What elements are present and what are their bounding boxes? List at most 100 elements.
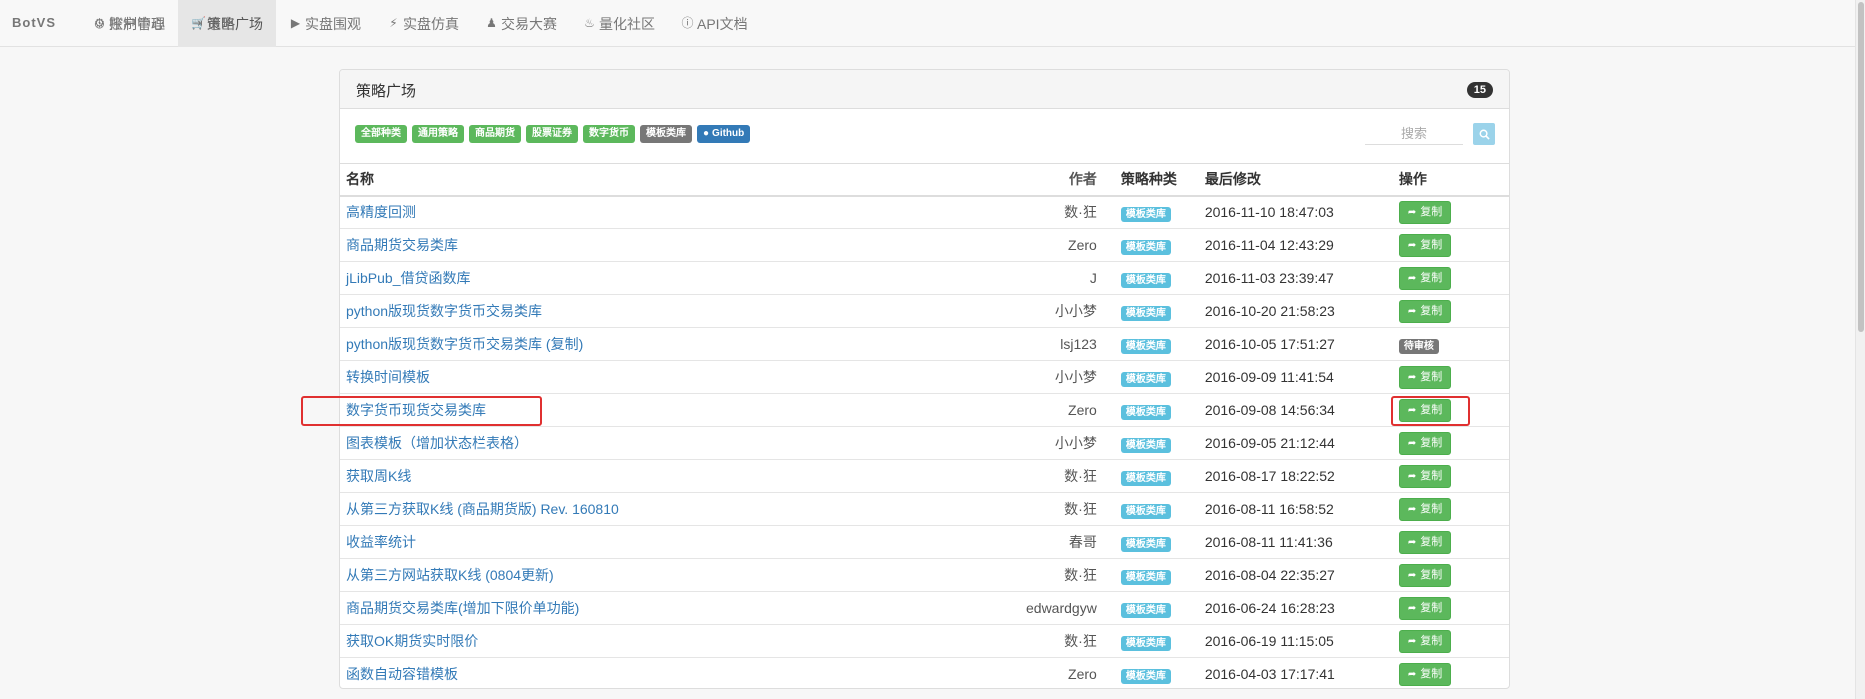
cell-name: 图表模板（增加状态栏表格） (340, 426, 1020, 460)
panel-heading: 策略广场 15 (340, 70, 1509, 109)
filter-tag-5[interactable]: 模板类库 (640, 125, 692, 143)
pending-badge: 待审核 (1398, 339, 1439, 354)
copy-button[interactable]: ➦ 复制 (1398, 200, 1452, 224)
nav-item-1[interactable]: ⇥ 退出 (178, 0, 248, 47)
copy-label: 复制 (1420, 601, 1443, 614)
cell-modified: 2016-09-05 21:12:44 (1198, 426, 1393, 460)
copy-button[interactable]: ➦ 复制 (1398, 266, 1452, 290)
filter-tag-2[interactable]: 商品期货 (469, 125, 521, 143)
cell-name: python版现货数字货币交易类库 (复制) (340, 327, 1020, 361)
search-box (1365, 123, 1495, 145)
cell-name: 函数自动容错模板 (340, 657, 1020, 688)
table-header-row: 名称 作者 策略种类 最后修改 操作 (340, 163, 1509, 197)
share-arrow-icon: ➦ (1407, 668, 1417, 680)
table-row: 函数自动容错模板 Zero 模板类库 2016-04-03 17:17:41 ➦ 复制 (340, 657, 1509, 688)
cell-modified: 2016-04-03 17:17:41 (1198, 657, 1393, 688)
page-scrollbar[interactable] (1855, 0, 1865, 699)
strategy-link[interactable]: 函数自动容错模板 (346, 666, 458, 682)
table-row: 高精度回测 数·狂 模板类库 2016-11-10 18:47:03 ➦ 复制 (340, 195, 1509, 229)
filter-label: 通用策略 (418, 128, 458, 139)
category-label: 模板类库 (1120, 207, 1171, 223)
cell-modified: 2016-11-03 23:39:47 (1198, 261, 1393, 295)
strategy-link[interactable]: jLibPub_借贷函数库 (346, 270, 471, 286)
copy-button[interactable]: ➦ 复制 (1398, 299, 1452, 323)
panel-title: 策略广场 (356, 83, 417, 100)
filter-tag-3[interactable]: 股票证券 (526, 125, 578, 143)
copy-button[interactable]: ➦ 复制 (1398, 497, 1452, 521)
search-input[interactable] (1365, 123, 1463, 145)
table-row: 图表模板（增加状态栏表格） 小小梦 模板类库 2016-09-05 21:12:44 ➦… (340, 426, 1509, 460)
share-arrow-icon: ➦ (1407, 437, 1417, 449)
header-author[interactable]: 作者 (1020, 163, 1115, 197)
search-icon (1479, 129, 1490, 140)
cell-author: Zero (1020, 228, 1115, 262)
cell-category: 模板类库 (1114, 393, 1199, 427)
strategy-link[interactable]: python版现货数字货币交易类库 (346, 303, 542, 319)
strategy-link[interactable]: 数字货币现货交易类库 (346, 402, 486, 418)
strategy-link[interactable]: 获取周K线 (346, 468, 411, 484)
filter-tag-1[interactable]: 通用策略 (412, 125, 464, 143)
share-arrow-icon: ➦ (1407, 404, 1417, 416)
cell-action: ➦ 复制 (1392, 261, 1509, 295)
cell-modified: 2016-06-19 11:15:05 (1198, 624, 1393, 658)
table-row: 从第三方获取K线 (商品期货版) Rev. 160810 数·狂 模板类库 2016-… (340, 492, 1509, 526)
cell-modified: 2016-11-10 18:47:03 (1198, 195, 1393, 229)
table-row: 从第三方网站获取K线 (0804更新) 数·狂 模板类库 2016-08-04 22:… (340, 558, 1509, 592)
copy-label: 复制 (1420, 469, 1443, 482)
strategy-link[interactable]: 收益率统计 (346, 534, 416, 550)
cell-modified: 2016-08-11 16:58:52 (1198, 492, 1393, 526)
strategy-link[interactable]: 从第三方网站获取K线 (0804更新) (346, 567, 554, 583)
header-name[interactable]: 名称 (340, 163, 1020, 197)
header-modified[interactable]: 最后修改 (1198, 163, 1393, 197)
copy-button[interactable]: ➦ 复制 (1398, 563, 1452, 587)
filter-label: 商品期货 (475, 128, 515, 139)
copy-button[interactable]: ➦ 复制 (1398, 431, 1452, 455)
strategy-link[interactable]: 商品期货交易类库(增加下限价单功能) (346, 600, 579, 616)
cell-action: ➦ 复制 (1392, 591, 1509, 625)
cell-modified: 2016-08-04 22:35:27 (1198, 558, 1393, 592)
category-label: 模板类库 (1120, 603, 1171, 618)
copy-button[interactable]: ➦ 复制 (1398, 662, 1452, 686)
cell-action: 待审核 (1392, 327, 1509, 361)
copy-button[interactable]: ➦ 复制 (1398, 629, 1452, 653)
cell-name: 商品期货交易类库 (340, 228, 1020, 262)
nav-item-0[interactable]: ⚙ 账户管理 (80, 0, 178, 47)
filter-label: 全部种类 (361, 128, 401, 139)
strategy-link[interactable]: 从第三方获取K线 (商品期货版) Rev. 160810 (346, 501, 619, 517)
cell-author: 数·狂 (1020, 492, 1115, 526)
cell-author: lsj123 (1020, 327, 1115, 361)
cell-name: 转换时间模板 (340, 360, 1020, 394)
cell-author: Zero (1020, 657, 1115, 688)
table-row: python版现货数字货币交易类库 (复制) lsj123 模板类库 2016-10-… (340, 327, 1509, 361)
strategy-link[interactable]: python版现货数字货币交易类库 (复制) (346, 336, 583, 352)
category-label: 模板类库 (1120, 636, 1171, 651)
filter-tag-4[interactable]: 数字货币 (583, 125, 635, 143)
cell-name: 高精度回测 (340, 195, 1020, 229)
copy-button[interactable]: ➦ 复制 (1398, 596, 1452, 620)
share-arrow-icon: ➦ (1407, 569, 1417, 581)
copy-button[interactable]: ➦ 复制 (1398, 464, 1452, 488)
strategy-link[interactable]: 获取OK期货实时限价 (346, 633, 478, 649)
cell-category: 模板类库 (1114, 525, 1199, 559)
share-arrow-icon: ➦ (1407, 305, 1417, 317)
cell-modified: 2016-10-20 21:58:23 (1198, 294, 1393, 328)
filter-tag-6[interactable]: ● Github (697, 125, 751, 143)
scrollbar-thumb[interactable] (1858, 2, 1864, 332)
search-button[interactable] (1473, 123, 1495, 145)
copy-button[interactable]: ➦ 复制 (1398, 365, 1452, 389)
strategy-link[interactable]: 转换时间模板 (346, 369, 430, 385)
filter-tag-0[interactable]: 全部种类 (355, 125, 407, 143)
brand-logo[interactable]: BotVS (12, 15, 56, 30)
cell-modified: 2016-06-24 16:28:23 (1198, 591, 1393, 625)
category-label: 模板类库 (1120, 405, 1171, 420)
strategy-link[interactable]: 商品期货交易类库 (346, 237, 458, 253)
header-category[interactable]: 策略种类 (1114, 163, 1199, 197)
strategy-link[interactable]: 高精度回测 (346, 204, 416, 220)
copy-button[interactable]: ➦ 复制 (1398, 233, 1452, 257)
strategy-link[interactable]: 图表模板（增加状态栏表格） (346, 435, 528, 451)
cell-category: 模板类库 (1114, 360, 1199, 394)
share-arrow-icon: ➦ (1407, 635, 1417, 647)
copy-button[interactable]: ➦ 复制 (1398, 530, 1452, 554)
copy-button[interactable]: ➦ 复制 (1398, 398, 1452, 422)
cell-category: 模板类库 (1114, 195, 1199, 229)
